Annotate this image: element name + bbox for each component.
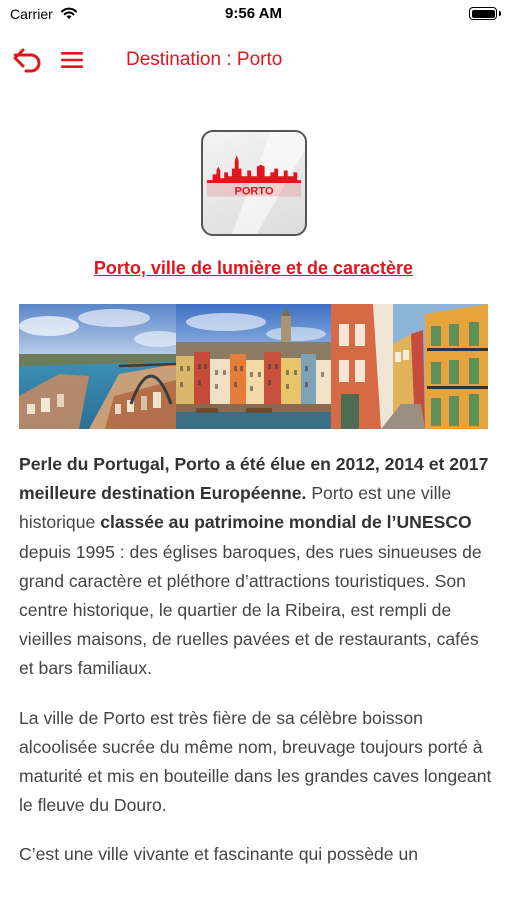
hamburger-menu-icon [61,52,83,68]
river-bridge-photo [19,304,176,429]
bold-text: classée au patrimoine mondial de l’UNESC… [100,512,472,533]
article-paragraph-1: Perle du Portugal, Porto a été élue en 2… [19,450,493,684]
destination-logo: PORTO [201,130,307,236]
article-body: Perle du Portugal, Porto a été élue en 2… [19,450,493,890]
article-heading-link[interactable]: Porto, ville de lumière et de caractère [0,258,507,279]
page-title: Destination : Porto [126,49,283,70]
article-paragraph-3: C’est une ville vivante et fascinante qu… [19,844,419,865]
article-paragraph-2: La ville de Porto est très fière de sa c… [19,707,492,816]
back-button[interactable] [10,44,46,76]
porto-photo-banner [19,304,488,429]
nav-bar: Destination : Porto [0,38,507,82]
back-arrow-icon [13,48,41,73]
body-text: depuis 1995 : des églises baroques, des … [19,541,482,679]
logo-text: PORTO [234,186,273,198]
clock: 9:56 AM [225,5,282,22]
colorful-street-photo [331,304,488,429]
battery-icon [469,7,501,20]
ribeira-houses-photo [176,304,331,429]
status-bar: Carrier 9:56 AM [0,0,507,28]
menu-button[interactable] [56,44,88,76]
porto-skyline-logo-icon: PORTO [206,132,305,234]
